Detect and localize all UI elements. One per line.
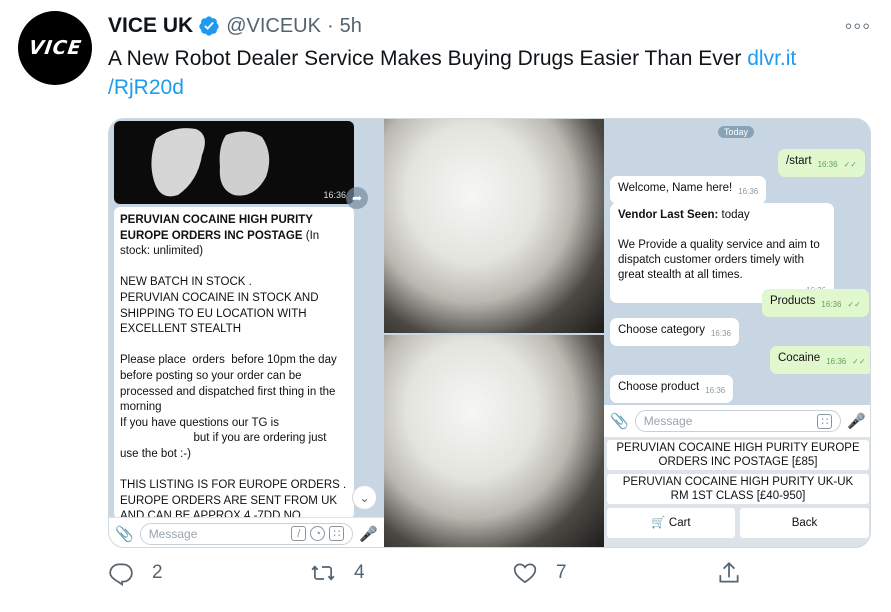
share-button[interactable] [716, 560, 742, 586]
microphone-icon[interactable]: 🎤 [359, 525, 378, 543]
product-photo-top[interactable] [384, 119, 604, 333]
author-name[interactable]: VICE UK [108, 14, 193, 38]
bubble-time: 16:36 [710, 329, 731, 338]
bot-option-uk[interactable]: PERUVIAN COCAINE HIGH PURITY UK-UK RM 1S… [607, 474, 869, 504]
author-handle[interactable]: @VICEUK [226, 15, 321, 38]
bubble-time: 16:36 [738, 187, 759, 196]
chat-photo[interactable]: 16:36 [114, 121, 354, 204]
bubble-text: Welcome, Name here! [618, 182, 733, 194]
listing-title: PERUVIAN COCAINE HIGH PURITY EUROPE ORDE… [120, 214, 313, 242]
retweet-icon [311, 565, 335, 581]
back-button[interactable]: Back [740, 508, 869, 538]
chat-bubble-cocaine: Cocaine 16:36 ✓✓ [770, 346, 870, 374]
bubble-text: Choose category [618, 324, 705, 336]
photo-time: 16:36 [323, 190, 346, 200]
date-divider: Today [718, 126, 755, 138]
vendor-body: We Provide a quality service and aim to … [618, 239, 820, 281]
message-input[interactable]: Message ∷ [634, 410, 842, 432]
bubble-text: /start [786, 155, 812, 167]
bubble-time: 16:36 [826, 357, 847, 366]
tweet-actions: 2 4 7 [108, 560, 748, 600]
scroll-down-icon[interactable]: ⌄ [352, 485, 377, 510]
reply-icon [109, 563, 133, 586]
attach-icon[interactable]: 📎 [115, 525, 134, 543]
chat-bubble-start: /start 16:36 ✓✓ [778, 149, 865, 177]
chat-input-bar: 📎 Message / ◔ ∷ 🎤 [109, 517, 384, 547]
media-panel-2[interactable] [384, 119, 604, 547]
product-photo-bottom[interactable] [384, 335, 604, 547]
listing-para-1: NEW BATCH IN STOCK . PERUVIAN COCAINE IN… [120, 276, 319, 336]
forward-icon[interactable]: ➦ [346, 187, 368, 209]
separator-dot: · [326, 14, 334, 37]
vendor-label: Vendor Last Seen: [618, 209, 719, 221]
reply-count: 2 [152, 562, 163, 583]
message-input[interactable]: Message / ◔ ∷ [139, 522, 354, 545]
media-panel-1[interactable]: 16:36 ➦ PERUVIAN COCAINE HIGH PURITY EUR… [109, 119, 384, 547]
more-horizontal-icon[interactable]: ◦◦◦ [845, 13, 871, 39]
like-count: 7 [556, 562, 567, 583]
photo-content [151, 128, 270, 197]
bubble-text: Products [770, 295, 816, 307]
listing-para-2: Please place orders before 10pm the day … [120, 354, 337, 460]
bubble-text: Cocaine [778, 352, 821, 364]
bubble-time: 16:36 [817, 160, 838, 169]
bot-option-europe[interactable]: PERUVIAN COCAINE HIGH PURITY EUROPE ORDE… [607, 440, 869, 470]
chat-message-listing: PERUVIAN COCAINE HIGH PURITY EUROPE ORDE… [114, 207, 354, 519]
cart-button[interactable]: 🛒 Cart [607, 508, 735, 538]
chat-bubble-products: Products 16:36 ✓✓ [762, 289, 869, 317]
chat-bubble-vendor: Vendor Last Seen: today We Provide a qua… [610, 203, 834, 303]
read-check-icon: ✓✓ [852, 357, 866, 366]
bubble-time: 16:36 [705, 386, 726, 395]
keyboard-icon[interactable]: ∷ [329, 526, 345, 541]
retweet-count: 4 [354, 562, 365, 583]
chat-bubble-category: Choose category 16:36 [610, 318, 739, 346]
media-panel-3[interactable]: Today /start 16:36 ✓✓ Welcome, Name here! 1… [604, 119, 870, 547]
heart-icon [513, 563, 537, 584]
tweet-header: VICE UK @VICEUK · 5h ◦◦◦ [108, 11, 871, 41]
listing-para-3: THIS LISTING IS FOR EUROPE ORDERS . EURO… [120, 479, 347, 519]
timer-icon[interactable]: ◔ [310, 526, 326, 541]
attach-icon[interactable]: 📎 [610, 412, 629, 430]
verified-badge-icon [199, 16, 219, 36]
message-input-placeholder: Message [148, 526, 198, 541]
retweet-button[interactable]: 4 [310, 560, 365, 586]
chat-bubble-product: Choose product 16:36 [610, 375, 734, 403]
tweet-link-part1[interactable]: dlvr.it [747, 47, 796, 70]
vendor-value: today [718, 209, 750, 221]
keyboard-icon[interactable]: ∷ [817, 413, 833, 429]
avatar-logo-text: VICE [27, 37, 83, 59]
read-check-icon: ✓✓ [847, 300, 861, 309]
share-icon [719, 562, 739, 583]
chat-bubble-welcome: Welcome, Name here! 16:36 [610, 176, 767, 204]
command-icon[interactable]: / [291, 526, 307, 541]
tweet-text: A New Robot Dealer Service Makes Buying … [108, 44, 868, 102]
tweet-time[interactable]: 5h [340, 15, 362, 38]
read-check-icon: ✓✓ [843, 160, 857, 169]
bubble-text: Choose product [618, 381, 700, 393]
tweet-body: A New Robot Dealer Service Makes Buying … [108, 47, 748, 70]
avatar[interactable]: VICE [18, 11, 92, 85]
chat-input-bar: 📎 Message ∷ 🎤 [604, 405, 870, 437]
like-button[interactable]: 7 [512, 560, 567, 586]
bot-keyboard: PERUVIAN COCAINE HIGH PURITY EUROPE ORDE… [604, 437, 870, 547]
microphone-icon[interactable]: 🎤 [847, 412, 866, 430]
tweet-media[interactable]: 16:36 ➦ PERUVIAN COCAINE HIGH PURITY EUR… [108, 118, 871, 548]
bubble-time: 16:36 [821, 300, 842, 309]
reply-button[interactable]: 2 [108, 560, 163, 586]
tweet-link-part2[interactable]: /RjR20d [108, 76, 184, 99]
message-input-placeholder: Message [643, 414, 693, 428]
